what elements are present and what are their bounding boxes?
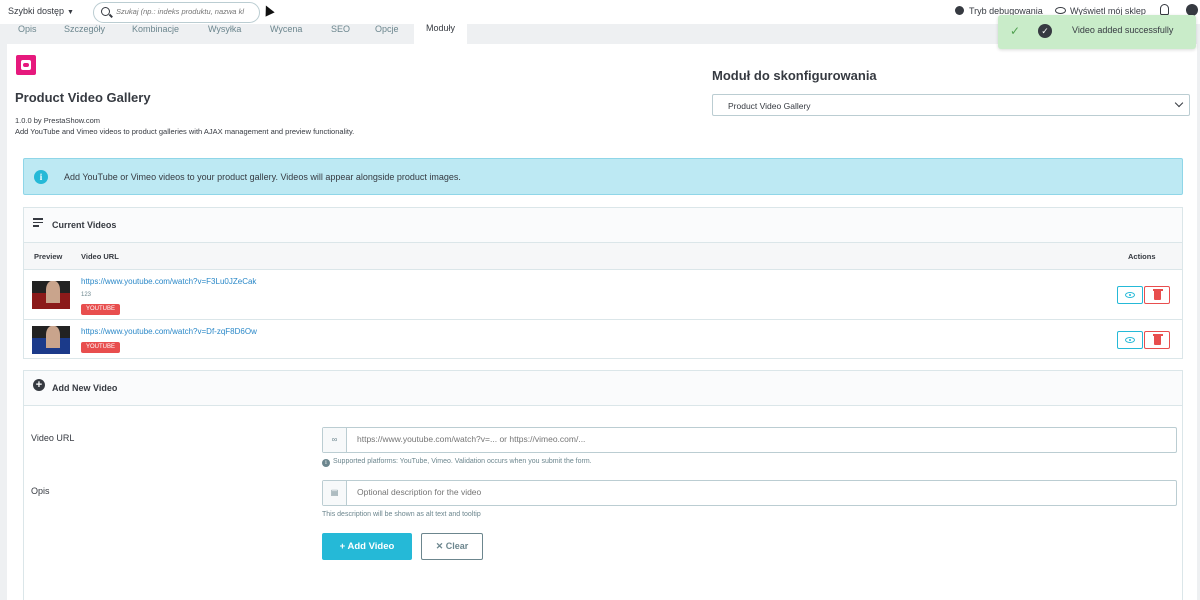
chevron-down-icon bbox=[1174, 98, 1184, 108]
module-version: 1.0.0 by PrestaShow.com bbox=[15, 116, 101, 125]
clear-button[interactable]: ✕ Clear bbox=[421, 533, 483, 560]
current-videos-card: Current Videos Preview Video URL Actions… bbox=[23, 207, 1183, 359]
platform-badge: YOUTUBE bbox=[81, 304, 121, 315]
add-video-header: + Add New Video bbox=[24, 371, 1182, 406]
tab-szczegoly[interactable]: Szczegóły bbox=[64, 24, 105, 44]
module-title: Product Video Gallery bbox=[15, 90, 151, 105]
delete-button[interactable] bbox=[1144, 286, 1170, 304]
info-alert-text: Add YouTube or Vimeo videos to your prod… bbox=[64, 172, 461, 182]
platform-badge: YOUTUBE bbox=[81, 342, 121, 353]
videos-table-header: Preview Video URL Actions bbox=[24, 243, 1182, 270]
video-description: 123 bbox=[81, 292, 92, 298]
tab-moduly[interactable]: Moduły bbox=[414, 24, 468, 45]
preview-button[interactable] bbox=[1117, 331, 1143, 349]
quick-access-label: Szybki dostęp bbox=[8, 6, 65, 16]
configure-module-selected: Product Video Gallery bbox=[728, 101, 811, 111]
configure-module-select[interactable]: Product Video Gallery bbox=[712, 94, 1190, 116]
check-icon: ✓ bbox=[1010, 24, 1021, 38]
tab-wysylka[interactable]: Wysyłka bbox=[208, 24, 241, 44]
current-videos-title: Current Videos bbox=[52, 220, 117, 230]
clear-button-label: Clear bbox=[445, 541, 469, 551]
eye-icon bbox=[1055, 7, 1066, 14]
video-url-input[interactable] bbox=[357, 434, 1157, 444]
tab-seo[interactable]: SEO bbox=[331, 24, 350, 44]
add-video-button-label: Add Video bbox=[347, 541, 395, 552]
video-thumbnail bbox=[32, 326, 70, 354]
search-box[interactable] bbox=[93, 2, 260, 23]
add-video-title: Add New Video bbox=[52, 383, 118, 393]
delete-button[interactable] bbox=[1144, 331, 1170, 349]
search-input[interactable] bbox=[116, 7, 256, 16]
description-input[interactable] bbox=[357, 487, 1157, 497]
plus-icon: + bbox=[339, 541, 348, 552]
tab-kombinacje[interactable]: Kombinacje bbox=[132, 24, 179, 44]
toast-message: Video added successfully bbox=[1072, 25, 1174, 35]
close-icon: ✕ bbox=[435, 541, 446, 551]
notifications-bell-icon[interactable] bbox=[1160, 4, 1169, 15]
tab-opis[interactable]: Opis bbox=[18, 24, 37, 44]
video-url-label: Video URL bbox=[31, 433, 75, 443]
add-video-card: + Add New Video Video URL ∞ iSupported p… bbox=[23, 370, 1183, 600]
module-description: Add YouTube and Vimeo videos to product … bbox=[15, 127, 355, 136]
video-url-field[interactable]: ∞ bbox=[322, 427, 1177, 453]
table-row: https://www.youtube.com/watch?v=Df-zqF8D… bbox=[24, 320, 1182, 360]
current-videos-header: Current Videos bbox=[24, 208, 1182, 243]
preview-button[interactable] bbox=[1117, 286, 1143, 304]
search-icon bbox=[101, 7, 110, 16]
quick-access-menu[interactable]: Szybki dostęp ▼ bbox=[8, 6, 74, 16]
caret-down-icon: ▼ bbox=[67, 9, 74, 16]
eye-icon bbox=[1125, 337, 1135, 343]
check-circle-icon: ✓ bbox=[1038, 24, 1052, 38]
link-icon: ∞ bbox=[323, 428, 347, 452]
configure-module-label: Moduł do skonfigurowania bbox=[712, 68, 877, 83]
video-url-link[interactable]: https://www.youtube.com/watch?v=Df-zqF8D… bbox=[81, 327, 257, 336]
video-thumbnail bbox=[32, 281, 70, 309]
tab-wycena[interactable]: Wycena bbox=[270, 24, 302, 44]
video-url-help-text: Supported platforms: YouTube, Vimeo. Val… bbox=[333, 458, 592, 465]
info-alert: i Add YouTube or Vimeo videos to your pr… bbox=[23, 158, 1183, 195]
success-toast: ✓ ✓ Video added successfully bbox=[998, 15, 1196, 49]
document-icon: ▤ bbox=[323, 481, 347, 505]
info-icon: i bbox=[34, 170, 48, 184]
table-row: https://www.youtube.com/watch?v=F3Lu0JZe… bbox=[24, 270, 1182, 320]
column-actions: Actions bbox=[1128, 252, 1156, 261]
module-logo bbox=[16, 55, 36, 75]
description-field[interactable]: ▤ bbox=[322, 480, 1177, 506]
plus-circle-icon: + bbox=[33, 379, 45, 391]
list-icon bbox=[33, 218, 43, 227]
tab-opcje[interactable]: Opcje bbox=[375, 24, 399, 44]
description-help: This description will be shown as alt te… bbox=[322, 511, 481, 518]
trash-icon bbox=[1152, 334, 1163, 345]
gear-icon bbox=[955, 6, 964, 15]
trash-icon bbox=[1152, 289, 1163, 300]
column-video-url: Video URL bbox=[81, 252, 119, 261]
description-label: Opis bbox=[31, 486, 50, 496]
video-url-link[interactable]: https://www.youtube.com/watch?v=F3Lu0JZe… bbox=[81, 277, 256, 286]
video-url-help: i Supported platforms: YouTube, Vimeo. Va… bbox=[322, 458, 592, 467]
add-video-button[interactable]: + Add Video bbox=[322, 533, 412, 560]
eye-icon bbox=[1125, 292, 1135, 298]
column-preview: Preview bbox=[34, 252, 63, 261]
main-panel: Product Video Gallery 1.0.0 by PrestaSho… bbox=[7, 44, 1197, 600]
info-icon: i bbox=[322, 459, 330, 467]
mouse-cursor-icon bbox=[261, 3, 275, 17]
